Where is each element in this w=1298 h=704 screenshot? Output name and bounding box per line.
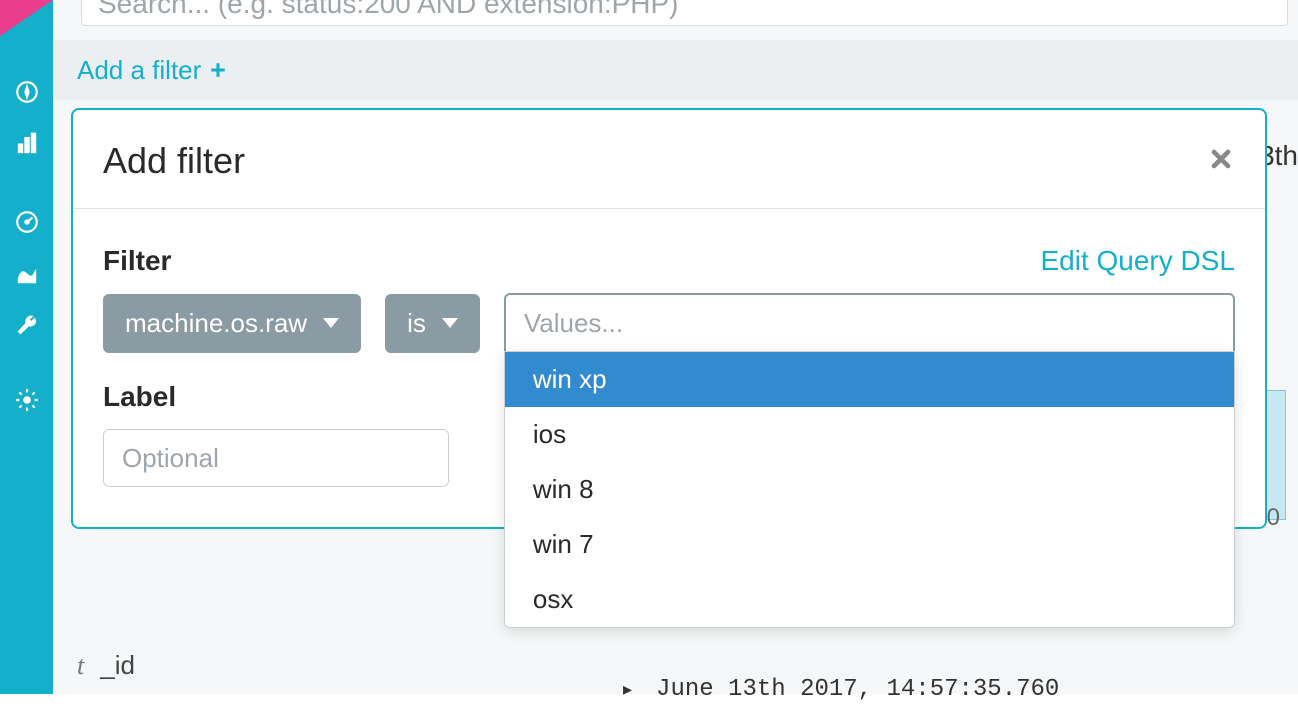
dropdown-option[interactable]: osx — [505, 572, 1234, 627]
nav-discover-icon[interactable] — [0, 66, 53, 118]
nav-dashboard-icon[interactable] — [0, 196, 53, 248]
filter-label-input[interactable] — [103, 429, 449, 487]
filter-controls-row: machine.os.raw is win xp ios win 8 win 7… — [103, 293, 1235, 353]
filter-values-combobox: win xp ios win 8 win 7 osx — [504, 293, 1235, 353]
nav-timelion-icon[interactable] — [0, 248, 53, 300]
filter-section-heading: Filter — [103, 245, 171, 277]
nav-devtools-icon[interactable] — [0, 300, 53, 352]
field-type-icon: t — [77, 651, 84, 681]
chevron-down-icon — [442, 318, 458, 328]
main-area: Add a filter 3th 0 t _id ▸ June 13th 201… — [53, 0, 1298, 694]
dropdown-option[interactable]: win 7 — [505, 517, 1234, 572]
dropdown-option[interactable]: win xp — [505, 352, 1234, 407]
filter-values-dropdown: win xp ios win 8 win 7 osx — [504, 351, 1235, 628]
filter-values-input[interactable] — [504, 293, 1235, 353]
add-filter-label: Add a filter — [77, 55, 201, 86]
doc-row[interactable]: ▸ June 13th 2017, 14:57:35.760 — [623, 676, 1059, 703]
dropdown-option[interactable]: ios — [505, 407, 1234, 462]
nav-management-icon[interactable] — [0, 374, 53, 426]
expand-caret-icon[interactable]: ▸ — [623, 679, 632, 701]
filter-field-select[interactable]: machine.os.raw — [103, 294, 361, 353]
field-list-item[interactable]: t _id — [77, 650, 135, 681]
chevron-down-icon — [323, 318, 339, 328]
side-navigation — [0, 0, 53, 694]
add-filter-button[interactable]: Add a filter — [77, 55, 227, 86]
dialog-body: Filter Edit Query DSL machine.os.raw is … — [73, 209, 1265, 527]
axis-tick-zero: 0 — [1267, 504, 1280, 532]
filter-operator-select[interactable]: is — [385, 294, 480, 353]
edit-query-dsl-link[interactable]: Edit Query DSL — [1040, 245, 1235, 277]
plus-icon — [209, 61, 227, 79]
app-logo — [0, 0, 53, 36]
filter-field-value: machine.os.raw — [125, 308, 307, 339]
nav-visualize-icon[interactable] — [0, 118, 53, 170]
doc-timestamp: June 13th 2017, 14:57:35.760 — [656, 676, 1059, 703]
search-input[interactable] — [98, 0, 1271, 20]
filter-bar: Add a filter — [53, 40, 1298, 100]
dropdown-option[interactable]: win 8 — [505, 462, 1234, 517]
add-filter-dialog: Add filter Filter Edit Query DSL machine… — [71, 108, 1267, 529]
filter-operator-value: is — [407, 308, 426, 339]
field-name-label: _id — [100, 650, 135, 681]
dialog-header: Add filter — [73, 110, 1265, 209]
close-icon — [1207, 145, 1235, 173]
close-button[interactable] — [1207, 145, 1235, 178]
query-bar — [81, 0, 1288, 26]
dialog-title: Add filter — [103, 140, 245, 182]
